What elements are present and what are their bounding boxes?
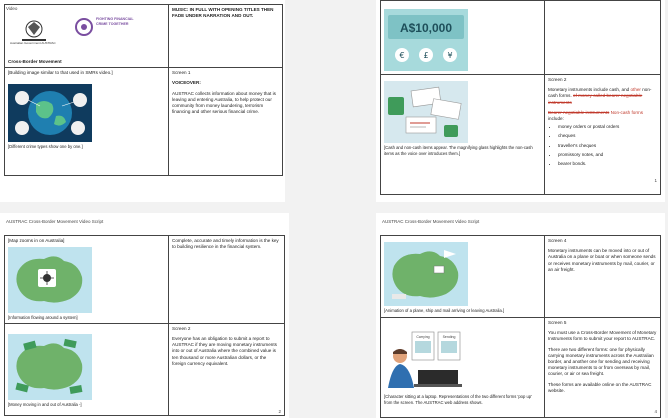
voiceover-label: VOICEOVER: bbox=[172, 80, 201, 86]
visual-cell: [Map zooms in on Australia] [Information… bbox=[4, 235, 169, 324]
yen-symbol: ¥ bbox=[447, 51, 452, 60]
narration-text: There are two different forms: one for p… bbox=[548, 346, 654, 377]
deleted-text: Bearer negotiable instruments bbox=[548, 109, 610, 115]
narration-text: You must use a Cross-Border Movement of … bbox=[548, 330, 657, 342]
image-caption: [Information flowing around a system] bbox=[8, 315, 78, 321]
world-network-image bbox=[8, 84, 92, 143]
austrac-tagline: FIGHTING FINANCIAL CRIME TOGETHER bbox=[96, 17, 134, 26]
visual-cell: [Building image similar to that used in … bbox=[4, 67, 169, 177]
globe-network-illustration bbox=[15, 91, 87, 136]
screen-label: Screen 1 bbox=[172, 70, 191, 76]
narration-text: These forms are available online on the … bbox=[548, 381, 652, 393]
currency-image: A$10,000 € £ ¥ bbox=[384, 9, 468, 71]
narration-cell: Screen 1 VOICEOVER: AUSTRAC collects inf… bbox=[168, 67, 283, 177]
section-title: Cross-Border Movement bbox=[8, 59, 62, 64]
cheques-and-cash-illustration bbox=[384, 81, 468, 143]
logo-cell: Australian Government AUSTRAC FIGHTING F… bbox=[4, 3, 169, 69]
pound-symbol: £ bbox=[423, 51, 428, 60]
image-caption: [Animation of a plane, ship and mail arr… bbox=[384, 308, 505, 313]
screen-label: Screen 2 bbox=[172, 325, 191, 331]
visual-cell: [Cash and non-cash items appear. The mag… bbox=[380, 74, 545, 195]
australia-map-image bbox=[8, 247, 92, 314]
screen-label: Screen 5 bbox=[548, 320, 567, 325]
text-part: Monetary instruments include cash, and bbox=[548, 87, 630, 93]
narration-cell: Screen 5 You must use a Cross-Border Mov… bbox=[544, 317, 661, 418]
image-caption: [Map zooms in on Australia] bbox=[8, 238, 65, 243]
page-number: 2 bbox=[278, 409, 281, 414]
script-page-1: Video Australian Government AUSTRAC FIGH… bbox=[0, 0, 285, 202]
list-item: money orders or postal orders bbox=[558, 124, 657, 130]
inserted-text: other bbox=[630, 87, 641, 93]
script-table: [Animation of a plane, ship and mail arr… bbox=[380, 235, 661, 418]
screen-label: Screen 4 bbox=[548, 238, 567, 243]
list-item: promissory notes, and bbox=[558, 152, 657, 158]
image-caption: [Different crime types show one by one.] bbox=[8, 144, 83, 150]
euro-symbol: € bbox=[399, 51, 404, 60]
voiceover-text: AUSTRAC collects information about money… bbox=[172, 90, 276, 115]
image-caption: [Cash and non-cash items appear. The mag… bbox=[384, 145, 533, 156]
page-number: 1 bbox=[654, 178, 657, 183]
inserted-text: Non-cash forms bbox=[610, 109, 643, 115]
list-item: bearer bonds. bbox=[558, 161, 657, 167]
visual-cell: Carrying Sending [Character sitting at a… bbox=[380, 317, 545, 418]
list-item: cheques bbox=[558, 133, 657, 139]
narration-cell: Screen 2 Everyone has an obligation to s… bbox=[168, 322, 285, 416]
script-page-4: AUSTRAC Cross-Border Movement Video Scri… bbox=[376, 213, 665, 418]
screen-label: Screen 2 bbox=[548, 77, 567, 82]
narration-cell: Complete, accurate and timely informatio… bbox=[168, 235, 285, 324]
person-at-laptop-illustration: Carrying Sending bbox=[388, 331, 462, 388]
text-part: include: bbox=[548, 115, 564, 121]
banknote-currency-illustration: A$10,000 € £ ¥ bbox=[384, 9, 468, 71]
list-item: traveller's cheques bbox=[558, 143, 657, 149]
transport-map-image bbox=[384, 242, 468, 306]
visual-cell: [Money moving in and out of Australia -] bbox=[4, 322, 169, 416]
script-table: [Map zooms in on Australia] [Information… bbox=[4, 235, 285, 416]
form-label: Carrying bbox=[416, 335, 429, 339]
australia-map-illustration bbox=[8, 247, 92, 314]
page-number: 4 bbox=[654, 409, 657, 414]
script-table: Australian Government AUSTRAC FIGHTING F… bbox=[4, 3, 283, 177]
image-note: [Building image similar to that used in … bbox=[8, 70, 113, 76]
instrument-list: money orders or postal orders cheques tr… bbox=[548, 124, 657, 167]
visual-cell: [Animation of a plane, ship and mail arr… bbox=[380, 235, 545, 318]
empty-cell bbox=[544, 0, 661, 75]
narration-cell: Screen 4 Monetary instruments can be mov… bbox=[544, 235, 661, 318]
austrac-logo-icon bbox=[75, 18, 93, 36]
script-page-3: AUSTRAC Cross-Border Movement Video Scri… bbox=[0, 213, 289, 418]
plane-ship-mail-illustration bbox=[384, 242, 468, 306]
banknote-amount: A$10,000 bbox=[400, 21, 452, 35]
page-header: AUSTRAC Cross-Border Movement Video Scri… bbox=[382, 219, 480, 224]
laptop-character-image: Carrying Sending bbox=[384, 326, 468, 392]
image-caption: [Money moving in and out of Australia -] bbox=[8, 401, 82, 407]
money-over-australia-illustration bbox=[8, 333, 92, 400]
narration-text: Monetary instruments can be moved into o… bbox=[548, 248, 656, 272]
script-page-2: A$10,000 € £ ¥ [Cash and non-cash items … bbox=[376, 0, 665, 202]
visual-cell: A$10,000 € £ ¥ bbox=[380, 0, 545, 75]
gov-logo-text: Australian Government AUSTRAC bbox=[10, 41, 56, 45]
form-label: Sending bbox=[443, 335, 456, 339]
page-header: AUSTRAC Cross-Border Movement Video Scri… bbox=[6, 219, 104, 224]
non-cash-items-image bbox=[384, 81, 468, 143]
script-table: A$10,000 € £ ¥ [Cash and non-cash items … bbox=[380, 0, 661, 195]
narration-cell: Screen 2 Monetary instruments include ca… bbox=[544, 74, 661, 195]
narration-text: Everyone has an obligation to submit a r… bbox=[172, 336, 277, 366]
australia-money-image bbox=[8, 333, 92, 400]
image-caption: [Character sitting at a laptop. Represen… bbox=[384, 394, 532, 405]
music-cue: MUSIC: IN FULL WITH OPENING TITLES THEN … bbox=[168, 3, 283, 69]
